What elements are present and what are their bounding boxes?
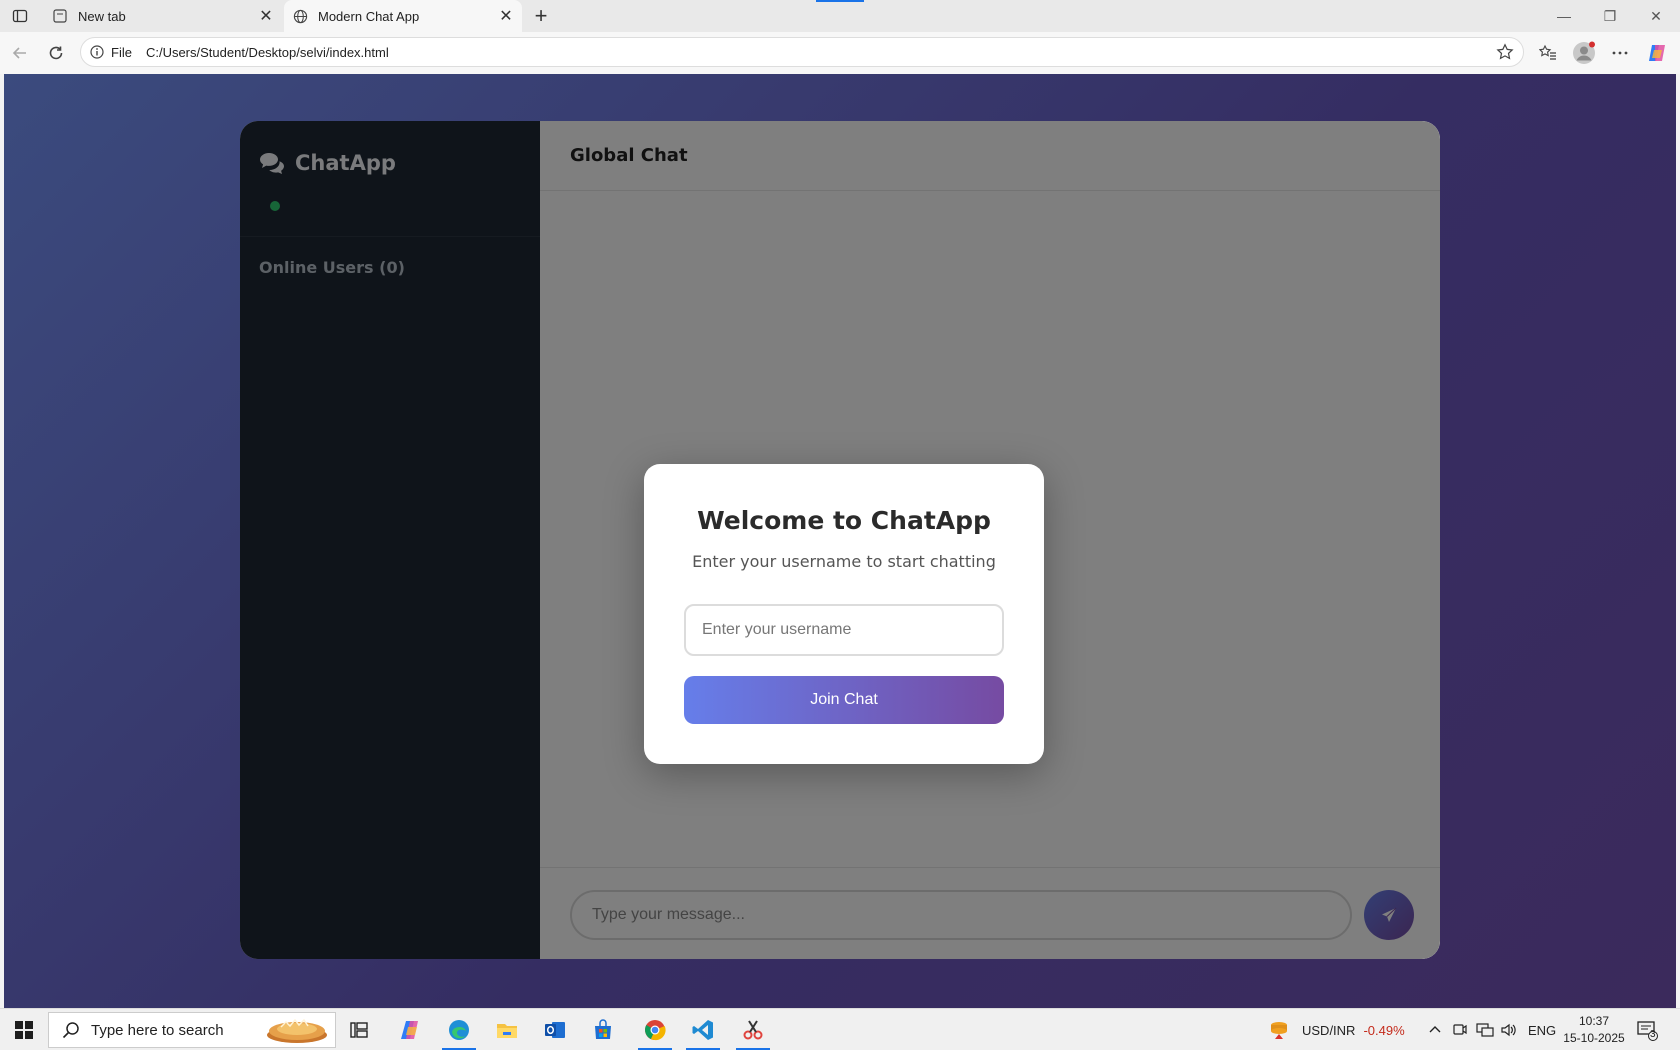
task-view-icon[interactable] bbox=[336, 1009, 382, 1050]
username-input[interactable] bbox=[684, 604, 1004, 656]
minimize-icon[interactable]: — bbox=[1554, 6, 1574, 26]
outlook-icon[interactable] bbox=[532, 1009, 578, 1050]
notifications-icon[interactable]: 3 bbox=[1636, 1009, 1658, 1050]
windows-start-icon[interactable] bbox=[6, 1009, 42, 1050]
language-indicator[interactable]: ENG bbox=[1528, 1009, 1556, 1050]
more-options-icon[interactable] bbox=[1608, 41, 1632, 65]
modal-title: Welcome to ChatApp bbox=[697, 506, 991, 535]
info-icon[interactable] bbox=[89, 44, 105, 60]
currency-widget[interactable]: USD/INR -0.49% bbox=[1268, 1009, 1405, 1050]
pie-illustration-icon bbox=[267, 1018, 327, 1043]
windows-taskbar: Type here to search USD/INR -0.49% ENG 1… bbox=[0, 1008, 1680, 1050]
url-text[interactable]: C:/Users/Student/Desktop/selvi/index.htm… bbox=[146, 45, 1495, 60]
close-icon[interactable]: ✕ bbox=[496, 6, 516, 26]
login-modal: Welcome to ChatApp Enter your username t… bbox=[644, 464, 1044, 764]
file-explorer-icon[interactable] bbox=[484, 1009, 530, 1050]
close-window-icon[interactable]: ✕ bbox=[1646, 6, 1666, 26]
reload-icon[interactable] bbox=[44, 41, 68, 65]
page-viewport: ChatApp Online Users (0) Global Chat Wel… bbox=[4, 74, 1676, 1008]
vscode-icon[interactable] bbox=[680, 1009, 726, 1050]
close-icon[interactable]: ✕ bbox=[256, 6, 276, 26]
show-hidden-icons-chevron-icon[interactable] bbox=[1428, 1009, 1442, 1050]
currency-change: -0.49% bbox=[1363, 1022, 1405, 1038]
clock-date: 15-10-2025 bbox=[1563, 1031, 1625, 1045]
favorite-star-icon[interactable] bbox=[1495, 42, 1515, 62]
join-chat-button[interactable]: Join Chat bbox=[684, 676, 1004, 724]
search-placeholder: Type here to search bbox=[91, 1021, 224, 1039]
clock[interactable]: 10:37 15-10-2025 bbox=[1562, 1009, 1626, 1050]
profile-avatar[interactable] bbox=[1572, 41, 1596, 65]
globe-icon bbox=[292, 8, 308, 24]
restore-icon[interactable]: ❐ bbox=[1600, 6, 1620, 26]
snipping-tool-icon[interactable] bbox=[730, 1009, 776, 1050]
browser-tab-bar: New tab ✕ Modern Chat App ✕ + — ❐ ✕ bbox=[0, 0, 1680, 32]
search-icon bbox=[61, 1020, 81, 1040]
microsoft-store-icon[interactable] bbox=[580, 1009, 626, 1050]
tab-title: Modern Chat App bbox=[318, 8, 420, 24]
clock-time: 10:37 bbox=[1578, 1014, 1610, 1028]
volume-icon[interactable] bbox=[1500, 1009, 1518, 1050]
meet-now-icon[interactable] bbox=[1452, 1009, 1468, 1050]
taskbar-search[interactable]: Type here to search bbox=[48, 1012, 336, 1048]
tab-actions-icon[interactable] bbox=[10, 6, 30, 26]
tab-new-tab[interactable]: New tab ✕ bbox=[44, 0, 282, 32]
currency-coins-icon bbox=[1271, 1022, 1287, 1039]
new-tab-page-icon bbox=[52, 8, 68, 24]
copilot-app-icon[interactable] bbox=[388, 1009, 434, 1050]
notification-count: 3 bbox=[1650, 1029, 1656, 1040]
new-tab-button[interactable]: + bbox=[530, 3, 552, 28]
address-bar[interactable]: File C:/Users/Student/Desktop/selvi/inde… bbox=[80, 37, 1524, 67]
tab-title: New tab bbox=[78, 8, 126, 24]
tab-modern-chat-app[interactable]: Modern Chat App ✕ bbox=[284, 0, 522, 32]
browser-toolbar: File C:/Users/Student/Desktop/selvi/inde… bbox=[0, 32, 1680, 74]
copilot-icon[interactable] bbox=[1645, 41, 1669, 65]
edge-browser-icon[interactable] bbox=[436, 1009, 482, 1050]
back-icon[interactable] bbox=[8, 41, 32, 65]
window-focus-indicator bbox=[816, 0, 864, 2]
favorites-icon[interactable] bbox=[1536, 41, 1560, 65]
chrome-icon[interactable] bbox=[632, 1009, 678, 1050]
url-scheme-label: File bbox=[111, 44, 132, 60]
currency-pair: USD/INR bbox=[1302, 1022, 1356, 1038]
network-icon[interactable] bbox=[1476, 1009, 1494, 1050]
modal-subtitle: Enter your username to start chatting bbox=[692, 552, 996, 571]
